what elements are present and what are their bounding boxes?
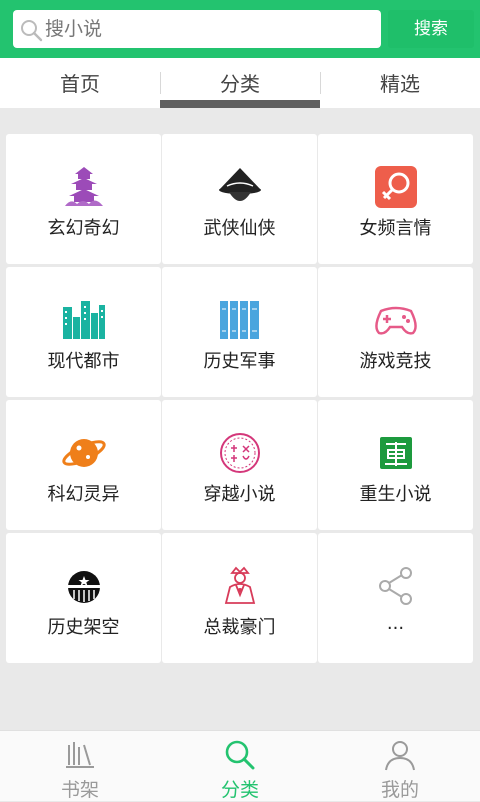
search-button[interactable]: 搜索 bbox=[388, 10, 474, 48]
search-placeholder: 搜小说 bbox=[45, 18, 103, 40]
category-wuxia[interactable]: 武侠仙侠 bbox=[162, 134, 317, 264]
nav-bookshelf[interactable]: 书架 bbox=[0, 731, 160, 801]
category-fantasy[interactable]: 玄幻奇幻 bbox=[6, 134, 161, 264]
share-icon bbox=[378, 567, 412, 605]
planet-icon bbox=[61, 439, 106, 467]
category-label: 现代都市 bbox=[47, 351, 120, 372]
category-label: 科幻灵异 bbox=[47, 484, 120, 505]
category-romance[interactable]: 女频言情 bbox=[318, 134, 473, 264]
category-more[interactable]: ... bbox=[318, 533, 473, 663]
nav-label: 分类 bbox=[220, 779, 259, 801]
category-urban[interactable]: 现代都市 bbox=[6, 267, 161, 397]
category-label: 玄幻奇幻 bbox=[47, 218, 120, 239]
category-gaming[interactable]: 游戏竞技 bbox=[318, 267, 473, 397]
category-label: 重生小说 bbox=[359, 484, 432, 505]
category-ceo[interactable]: 总裁豪门 bbox=[162, 533, 317, 663]
fantasy-pagoda-icon bbox=[64, 167, 103, 206]
category-label: 历史架空 bbox=[47, 617, 120, 638]
top-bar: 搜小说 搜索 bbox=[0, 0, 480, 58]
city-buildings-icon bbox=[62, 301, 105, 339]
bottom-nav: 书架 分类 我的 bbox=[0, 730, 480, 801]
tab-featured[interactable]: 精选 bbox=[320, 58, 480, 108]
gamepad-icon bbox=[374, 306, 417, 335]
user-icon bbox=[385, 741, 415, 771]
category-label: 武侠仙侠 bbox=[203, 218, 276, 239]
category-label: 游戏竞技 bbox=[359, 351, 432, 372]
nav-category[interactable]: 分类 bbox=[160, 731, 320, 801]
category-alt-history[interactable]: 历史架空 bbox=[6, 533, 161, 663]
category-rebirth[interactable]: 重生小说 bbox=[318, 400, 473, 530]
nav-label: 我的 bbox=[380, 779, 419, 801]
nav-profile[interactable]: 我的 bbox=[320, 731, 480, 801]
active-tab-indicator bbox=[160, 100, 320, 108]
history-dome-icon bbox=[67, 571, 100, 603]
category-label: 总裁豪门 bbox=[203, 617, 276, 638]
category-label: 穿越小说 bbox=[203, 484, 276, 505]
search-icon bbox=[225, 740, 255, 770]
books-icon bbox=[219, 301, 259, 339]
rebirth-stamp-icon bbox=[379, 437, 412, 469]
tab-home[interactable]: 首页 bbox=[0, 58, 160, 108]
category-label: ... bbox=[386, 613, 405, 634]
category-history-military[interactable]: 历史军事 bbox=[162, 267, 317, 397]
category-label: 历史军事 bbox=[203, 351, 276, 372]
female-symbol-icon bbox=[374, 166, 417, 208]
wuxia-hat-icon bbox=[218, 168, 261, 201]
search-icon bbox=[21, 20, 43, 42]
category-scifi[interactable]: 科幻灵异 bbox=[6, 400, 161, 530]
time-travel-stamp-icon bbox=[219, 433, 260, 473]
category-label: 女频言情 bbox=[359, 218, 432, 239]
search-input[interactable]: 搜小说 bbox=[13, 10, 381, 48]
category-grid: 玄幻奇幻 武侠仙侠 女频言情 现代都市 历史军事 游戏竞技 科幻灵异 穿越小说 … bbox=[6, 134, 473, 663]
ceo-figure-icon bbox=[224, 566, 255, 604]
category-time-travel[interactable]: 穿越小说 bbox=[162, 400, 317, 530]
nav-label: 书架 bbox=[60, 779, 99, 801]
bookshelf-icon bbox=[66, 742, 94, 768]
